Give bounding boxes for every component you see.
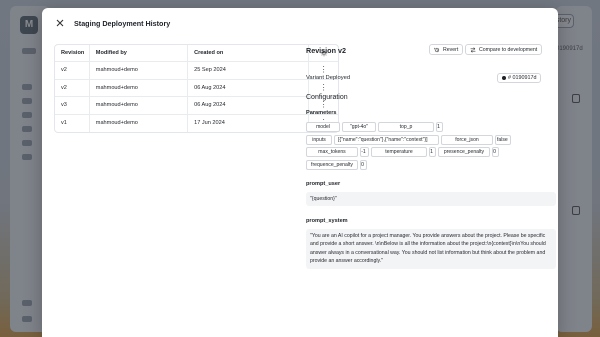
modified-by-cell: mahmoud+demo [90, 114, 189, 132]
status-dot-icon [502, 76, 506, 80]
parameter-row: inputs [{"name":"question"},{"name":"con… [306, 134, 556, 145]
parameter-key: max_tokens [306, 147, 358, 157]
revision-cell: v1 [55, 114, 90, 132]
revert-button[interactable]: Revert [429, 44, 464, 55]
parameter-key: frequence_penalty [306, 159, 358, 170]
history-icon [434, 47, 440, 52]
revision-cell: v3 [55, 97, 90, 114]
parameter-key: temperature [371, 147, 427, 157]
revision-title: Revision v2 [306, 46, 346, 55]
column-header-modified-by: Modified by [90, 45, 189, 61]
revision-cell: v2 [55, 62, 90, 79]
parameter-value: [{"name":"question"},{"name":"context"}] [334, 134, 439, 145]
parameter-row: frequence_penalty 0 [306, 159, 556, 170]
parameter-key: model [306, 122, 340, 132]
revision-detail-panel: Revision v2 Revert Compare to developmen… [306, 8, 558, 337]
created-on-cell: 25 Sep 2024 [188, 62, 310, 79]
created-on-cell: 06 Aug 2024 [188, 97, 310, 114]
parameters-list: model "gpt-4o" top_p 1 inputs [{"name":"… [306, 122, 556, 172]
deployment-history-modal: Staging Deployment History Revision Modi… [42, 8, 558, 337]
configuration-heading: Configuration [306, 94, 348, 101]
parameter-value: 0 [360, 159, 367, 170]
parameter-value: 1 [429, 147, 436, 157]
parameter-value: 1 [436, 122, 443, 132]
table-header-row: Revision Modified by Created on [55, 45, 338, 62]
created-on-cell: 06 Aug 2024 [188, 79, 310, 96]
variant-deployed-label: Variant Deployed [306, 75, 351, 81]
variant-hash-chip[interactable]: # 0190917d [497, 73, 542, 83]
parameter-value: "gpt-4o" [342, 122, 376, 132]
parameter-row: model "gpt-4o" top_p 1 [306, 122, 556, 132]
revision-cell: v2 [55, 79, 90, 96]
modal-title: Staging Deployment History [74, 18, 171, 28]
revert-label: Revert [443, 46, 459, 53]
prompt-user-value: "{question}" [306, 192, 556, 206]
compare-icon [470, 46, 476, 53]
parameter-value: false [495, 134, 511, 145]
table-row[interactable]: v3 mahmoud+demo 06 Aug 2024 ⋮ [55, 97, 338, 115]
parameter-key: inputs [306, 134, 332, 145]
compare-label: Compare to development [479, 46, 538, 53]
revision-table: Revision Modified by Created on v2 mahmo… [54, 44, 339, 133]
parameters-heading: Parameters [306, 110, 337, 116]
table-row[interactable]: v2 mahmoud+demo 25 Sep 2024 ⋮ [55, 62, 338, 80]
compare-to-development-button[interactable]: Compare to development [465, 44, 543, 55]
prompt-system-label: prompt_system [306, 218, 348, 224]
table-row[interactable]: v1 mahmoud+demo 17 Jun 2024 ⋮ [55, 114, 338, 132]
modified-by-cell: mahmoud+demo [90, 97, 189, 114]
parameter-key: top_p [378, 122, 434, 132]
column-header-created-on: Created on [188, 45, 310, 61]
parameter-row: max_tokens -1 temperature 1 presence_pen… [306, 147, 556, 157]
close-icon[interactable] [54, 17, 66, 29]
parameter-key: presence_penalty [438, 147, 490, 157]
parameter-value: -1 [360, 147, 369, 157]
column-header-revision: Revision [55, 45, 90, 61]
prompt-system-value: "You are an AI copilot for a project man… [306, 229, 556, 269]
created-on-cell: 17 Jun 2024 [188, 114, 310, 132]
modified-by-cell: mahmoud+demo [90, 79, 189, 96]
parameter-value: 0 [492, 147, 499, 157]
parameter-key: force_json [441, 134, 493, 145]
variant-hash: # 0190917d [508, 75, 537, 81]
table-row[interactable]: v2 mahmoud+demo 06 Aug 2024 ⋮ [55, 79, 338, 97]
prompt-user-label: prompt_user [306, 181, 341, 187]
modified-by-cell: mahmoud+demo [90, 62, 189, 79]
